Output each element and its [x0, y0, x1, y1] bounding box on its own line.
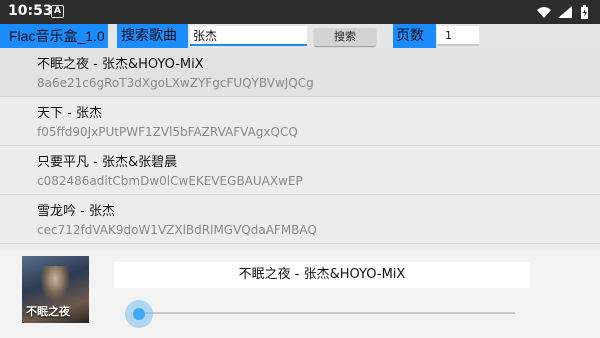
song-title: 雪龙吟 - 张杰: [37, 204, 115, 219]
toolbar: Flac音乐盒_1.0 搜索歌曲 搜索 页数: [0, 24, 600, 48]
player-panel: 不眠之夜 不眠之夜 - 张杰&HOYO-MiX: [0, 250, 600, 338]
status-time: 10:53: [8, 3, 53, 19]
app-title: Flac音乐盒_1.0: [0, 24, 108, 48]
cellular-icon: [558, 6, 572, 18]
song-id: f05ffd90JxPUtPWF1ZVl5bFAZRVAFVAgxQCQ: [37, 125, 298, 139]
seek-bar[interactable]: [137, 312, 515, 314]
song-title: 只要平凡 - 张杰&张碧晨: [37, 155, 178, 170]
list-item[interactable]: 只要平凡 - 张杰&张碧晨 c082486aditCbmDw0lCwEKEVEG…: [0, 146, 600, 195]
now-playing-title: 不眠之夜 - 张杰&HOYO-MiX: [114, 262, 530, 288]
wifi-icon: [537, 7, 551, 18]
list-item[interactable]: 天下 - 张杰 f05ffd90JxPUtPWF1ZVl5bFAZRVAFVAg…: [0, 97, 600, 146]
song-id: c082486aditCbmDw0lCwEKEVEGBAUAXwEP: [37, 174, 303, 188]
search-button[interactable]: 搜索: [314, 28, 376, 46]
status-bar: 10:53 A: [0, 0, 600, 24]
page-label: 页数: [393, 24, 436, 48]
notification-a-icon: A: [51, 5, 64, 18]
album-art-text: 不眠之夜: [26, 305, 70, 318]
search-label: 搜索歌曲: [117, 24, 188, 48]
list-item[interactable]: 雪龙吟 - 张杰 cec712fdVAK9doW1VZXlBdRlMGVQdaA…: [0, 195, 600, 244]
song-id: 8a6e21c6gRoT3dXgoLXwZYFgcFUQYBVwJQCg: [37, 76, 314, 90]
search-input[interactable]: [190, 26, 307, 46]
song-list[interactable]: 不眠之夜 - 张杰&HOYO-MiX 8a6e21c6gRoT3dXgoLXwZ…: [0, 48, 600, 250]
song-title: 天下 - 张杰: [37, 106, 102, 121]
song-id: cec712fdVAK9doW1VZXlBdRlMGVQdaAFMBAQ: [37, 223, 317, 237]
song-title: 不眠之夜 - 张杰&HOYO-MiX: [37, 57, 204, 72]
list-item[interactable]: 不眠之夜 - 张杰&HOYO-MiX 8a6e21c6gRoT3dXgoLXwZ…: [0, 48, 600, 97]
status-icons: [537, 5, 588, 19]
album-art: 不眠之夜: [22, 256, 89, 323]
battery-icon: [581, 5, 588, 19]
album-figure: [40, 266, 70, 302]
seek-thumb[interactable]: [133, 308, 145, 320]
page-number-input[interactable]: [437, 26, 479, 46]
